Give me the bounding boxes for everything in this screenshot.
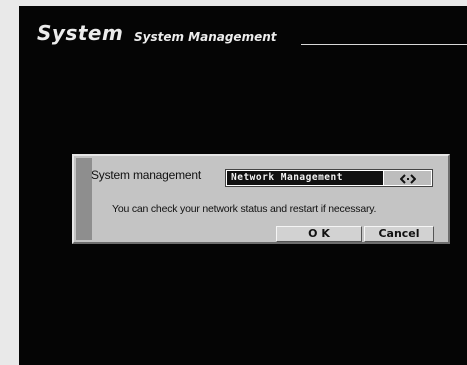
management-select-button[interactable] [383,171,431,185]
ok-button[interactable]: O K [276,226,362,242]
cancel-button[interactable]: Cancel [364,226,434,242]
dialog-label: System management [91,168,201,182]
management-select[interactable]: Network Management [225,169,433,187]
dialog-sidebar [76,158,92,240]
tv-screen: System System Management System manageme… [19,6,467,365]
dropdown-arrows-icon [399,169,416,188]
page-subtitle: System Management [134,30,277,44]
management-select-value: Network Management [231,172,343,183]
dialog-message: You can check your network status and re… [112,203,377,215]
page-title: System [37,21,124,45]
system-management-dialog: System management Network Management You… [72,154,450,244]
title-divider [301,44,467,45]
